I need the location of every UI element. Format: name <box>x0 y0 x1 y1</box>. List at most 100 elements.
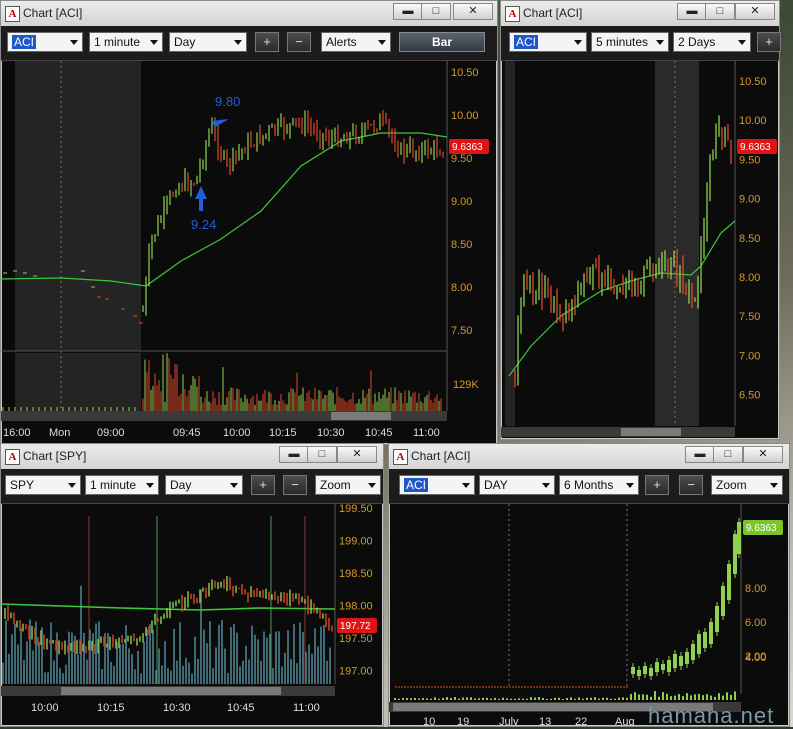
close-button[interactable]: ✕ <box>743 446 783 463</box>
time-axis-label: 10:15 <box>269 427 297 439</box>
price-chart[interactable]: 10.50 10.00 9.50 9.00 8.50 8.00 7.50 7.00 6.50 9.… <box>501 61 779 439</box>
zoom-in-button[interactable]: + <box>645 475 669 495</box>
scrollbar-thumb <box>61 687 281 695</box>
title-bar[interactable]: A Chart [ACI] ▬ □ ✕ <box>389 444 789 470</box>
interval-select[interactable]: DAY <box>479 475 555 495</box>
symbol-select[interactable]: ACI <box>399 475 475 495</box>
candle-body <box>667 660 671 672</box>
price-chart[interactable]: 10.50 10.00 9.50 9.00 8.50 8.00 7.50 129K 9.6363… <box>1 61 497 444</box>
last-price-label: 9.6363 <box>746 523 777 534</box>
time-axis-label: 19 <box>457 716 469 726</box>
range-select[interactable]: Day <box>165 475 243 495</box>
interval-select[interactable]: 1 minute <box>89 32 163 52</box>
window-title: Chart [ACI] <box>411 449 471 463</box>
range-select[interactable]: Day <box>169 32 247 52</box>
time-axis-label: 11:00 <box>413 427 440 439</box>
zoom-in-button[interactable]: + <box>251 475 275 495</box>
candle-body <box>655 662 659 672</box>
chart-window-aci-daily[interactable]: A Chart [ACI] ▬ □ ✕ ACI DAY 6 Months + −… <box>388 443 790 727</box>
time-axis-label: Mon <box>49 427 70 439</box>
price-tick-label: 9.00 <box>739 194 760 206</box>
chevron-down-icon <box>68 483 76 488</box>
chevron-down-icon <box>626 483 634 488</box>
maximize-button[interactable]: □ <box>713 446 743 463</box>
last-price-label: 9.6363 <box>740 142 771 153</box>
interval-select[interactable]: 5 minutes <box>591 32 669 52</box>
price-tick-label: 9.00 <box>451 196 472 208</box>
symbol-select[interactable]: ACI <box>7 32 83 52</box>
chart-window-aci-1min[interactable]: A Chart [ACI] ▬ □ ✕ ACI 1 minute Day + −… <box>0 0 498 445</box>
price-tick-label: 10.00 <box>451 110 479 122</box>
interval-select[interactable]: 1 minute <box>85 475 159 495</box>
symbol-select[interactable]: SPY <box>5 475 81 495</box>
window-title: Chart [ACI] <box>523 6 583 20</box>
time-axis-label: 09:45 <box>173 427 201 439</box>
candle-body <box>685 652 689 664</box>
close-button[interactable]: ✕ <box>337 446 377 463</box>
price-tick-label: 7.00 <box>739 350 760 362</box>
maximize-button[interactable]: □ <box>421 3 451 20</box>
chevron-down-icon <box>378 40 386 45</box>
minimize-button[interactable]: ▬ <box>685 446 715 463</box>
moving-average-line <box>1 603 336 611</box>
candle-body <box>649 668 653 676</box>
chart-toolbar: ACI 1 minute Day + − Alerts Bar <box>1 26 497 61</box>
chart-style-button[interactable]: Bar <box>399 32 485 52</box>
chevron-down-icon <box>542 483 550 488</box>
zoom-select[interactable]: Zoom <box>711 475 783 495</box>
zoom-select[interactable]: Zoom <box>315 475 381 495</box>
title-bar[interactable]: A Chart [ACI] ▬ □ ✕ <box>1 1 497 27</box>
price-tick-label: 10.00 <box>739 115 767 127</box>
minimize-button[interactable]: ▬ <box>677 3 707 20</box>
zoom-in-button[interactable]: + <box>757 32 781 52</box>
time-axis-label: Aug <box>615 716 635 726</box>
chart-window-spy-1min[interactable]: A Chart [SPY] ▬ □ ✕ SPY 1 minute Day + −… <box>0 443 384 727</box>
alerts-select[interactable]: Alerts <box>321 32 391 52</box>
minimize-button[interactable]: ▬ <box>393 3 423 20</box>
chevron-down-icon <box>150 40 158 45</box>
price-tick-label: 10.50 <box>739 76 767 88</box>
candle-body <box>679 656 683 666</box>
annotation-label: 9.24 <box>191 217 216 232</box>
candle-body <box>691 644 695 660</box>
maximize-button[interactable]: □ <box>307 446 337 463</box>
zoom-out-button[interactable]: − <box>679 475 703 495</box>
chevron-down-icon <box>234 40 242 45</box>
range-select[interactable]: 2 Days <box>673 32 751 52</box>
price-chart[interactable]: 8.006.004.002.009.636310 19 July 13 22 Aug <box>389 504 789 726</box>
app-logo-icon: A <box>5 6 20 22</box>
arrow-up-icon <box>195 186 207 211</box>
price-tick-label: 6.00 <box>745 617 766 629</box>
title-bar[interactable]: A Chart [SPY] ▬ □ ✕ <box>1 444 383 470</box>
candle-body <box>715 606 719 632</box>
candle-body <box>721 586 725 616</box>
price-tick-label: 8.50 <box>451 239 472 251</box>
price-tick-label: 9.50 <box>451 153 472 165</box>
symbol-select[interactable]: ACI <box>509 32 587 52</box>
candle-body <box>703 632 707 648</box>
time-axis-label: 22 <box>575 716 587 726</box>
title-bar[interactable]: A Chart [ACI] ▬ □ ✕ <box>501 1 779 27</box>
zoom-in-button[interactable]: + <box>255 32 279 52</box>
volume-label: 129K <box>453 379 479 391</box>
maximize-button[interactable]: □ <box>705 3 735 20</box>
candle-body <box>661 664 665 670</box>
price-chart[interactable]: 199.50 199.00 198.50 198.00 197.50 197.00 197.… <box>1 504 383 726</box>
minimize-button[interactable]: ▬ <box>279 446 309 463</box>
time-axis-label: 10:45 <box>365 427 393 439</box>
chevron-down-icon <box>656 40 664 45</box>
arrow-down-icon <box>211 119 229 127</box>
zoom-out-button[interactable]: − <box>283 475 307 495</box>
zoom-out-button[interactable]: − <box>287 32 311 52</box>
time-axis-label: 10:30 <box>317 427 345 439</box>
pre-market-shade <box>505 61 515 426</box>
candle-body <box>631 667 635 674</box>
price-tick-label: 198.50 <box>339 568 373 580</box>
range-select[interactable]: 6 Months <box>559 475 639 495</box>
price-tick-label: 8.00 <box>739 272 760 284</box>
price-tick-label: 10.50 <box>451 67 479 79</box>
close-button[interactable]: ✕ <box>735 3 775 20</box>
chart-window-aci-5min[interactable]: A Chart [ACI] ▬ □ ✕ ACI 5 minutes 2 Days… <box>500 0 781 440</box>
close-button[interactable]: ✕ <box>453 3 493 20</box>
time-axis-label: 11:00 <box>293 702 320 714</box>
